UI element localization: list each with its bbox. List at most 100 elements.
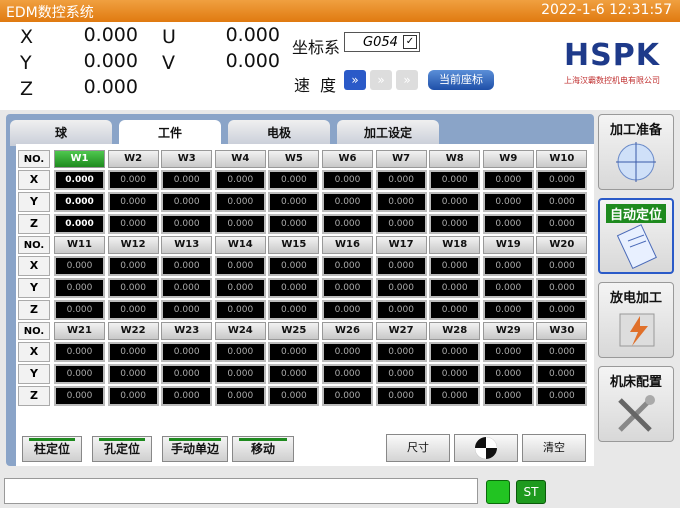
value-cell[interactable]: 0.000 (214, 386, 266, 406)
crosshair-button[interactable] (454, 434, 518, 462)
value-cell[interactable]: 0.000 (536, 192, 588, 212)
value-cell[interactable]: 0.000 (429, 342, 481, 362)
value-cell[interactable]: 0.000 (214, 300, 266, 320)
value-cell[interactable]: 0.000 (322, 300, 373, 320)
value-cell[interactable]: 0.000 (375, 342, 427, 362)
value-cell[interactable]: 0.000 (375, 386, 427, 406)
value-cell[interactable]: 0.000 (322, 214, 373, 234)
column-header-w23[interactable]: W23 (161, 322, 213, 340)
value-cell[interactable]: 0.000 (429, 278, 481, 298)
value-cell[interactable]: 0.000 (107, 386, 159, 406)
value-cell[interactable]: 0.000 (161, 278, 213, 298)
value-cell[interactable]: 0.000 (268, 192, 320, 212)
column-header-w8[interactable]: W8 (429, 150, 481, 168)
value-cell[interactable]: 0.000 (482, 170, 534, 190)
value-cell[interactable]: 0.000 (536, 300, 588, 320)
value-cell[interactable]: 0.000 (268, 364, 320, 384)
value-cell[interactable]: 0.000 (536, 364, 588, 384)
value-cell[interactable]: 0.000 (375, 300, 427, 320)
column-header-w28[interactable]: W28 (429, 322, 481, 340)
column-header-w30[interactable]: W30 (536, 322, 588, 340)
value-cell[interactable]: 0.000 (161, 214, 213, 234)
side-machine-config[interactable]: 机床配置 (598, 366, 674, 442)
func-button-2[interactable]: 手动单边 (162, 436, 228, 462)
coord-system-select[interactable]: G054 ✓ (344, 32, 420, 52)
value-cell[interactable]: 0.000 (161, 192, 213, 212)
value-cell[interactable]: 0.000 (107, 214, 159, 234)
value-cell[interactable]: 0.000 (107, 364, 159, 384)
value-cell[interactable]: 0.000 (161, 386, 213, 406)
column-header-w13[interactable]: W13 (161, 236, 213, 254)
current-coord-button[interactable]: 当前座标 (428, 70, 494, 90)
value-cell[interactable]: 0.000 (268, 342, 320, 362)
speed-mid-button[interactable]: » (370, 70, 392, 90)
value-cell[interactable]: 0.000 (536, 386, 588, 406)
value-cell[interactable]: 0.000 (268, 278, 320, 298)
value-cell[interactable]: 0.000 (322, 256, 373, 276)
value-cell[interactable]: 0.000 (54, 386, 105, 406)
value-cell[interactable]: 0.000 (375, 256, 427, 276)
value-cell[interactable]: 0.000 (107, 170, 159, 190)
value-cell[interactable]: 0.000 (322, 386, 373, 406)
value-cell[interactable]: 0.000 (375, 364, 427, 384)
speed-low-button[interactable]: » (396, 70, 418, 90)
value-cell[interactable]: 0.000 (482, 278, 534, 298)
value-cell[interactable]: 0.000 (268, 256, 320, 276)
value-cell[interactable]: 0.000 (214, 256, 266, 276)
value-cell[interactable]: 0.000 (429, 192, 481, 212)
column-header-w22[interactable]: W22 (107, 322, 159, 340)
chevron-down-icon[interactable]: ✓ (403, 35, 417, 49)
value-cell[interactable]: 0.000 (536, 170, 588, 190)
tab-electrode[interactable]: 电极 (228, 120, 330, 146)
value-cell[interactable]: 0.000 (107, 278, 159, 298)
value-cell[interactable]: 0.000 (482, 192, 534, 212)
value-cell[interactable]: 0.000 (322, 342, 373, 362)
value-cell[interactable]: 0.000 (375, 214, 427, 234)
value-cell[interactable]: 0.000 (161, 170, 213, 190)
value-cell[interactable]: 0.000 (268, 214, 320, 234)
value-cell[interactable]: 0.000 (322, 170, 373, 190)
column-header-w17[interactable]: W17 (375, 236, 427, 254)
speed-high-button[interactable]: » (344, 70, 366, 90)
value-cell[interactable]: 0.000 (54, 364, 105, 384)
column-header-w25[interactable]: W25 (268, 322, 320, 340)
column-header-w5[interactable]: W5 (268, 150, 320, 168)
value-cell[interactable]: 0.000 (482, 386, 534, 406)
value-cell[interactable]: 0.000 (54, 256, 105, 276)
value-cell[interactable]: 0.000 (482, 342, 534, 362)
value-cell[interactable]: 0.000 (107, 256, 159, 276)
column-header-w20[interactable]: W20 (536, 236, 588, 254)
value-cell[interactable]: 0.000 (161, 342, 213, 362)
column-header-w11[interactable]: W11 (54, 236, 105, 254)
side-auto-position[interactable]: 自动定位 (598, 198, 674, 274)
value-cell[interactable]: 0.000 (214, 364, 266, 384)
value-cell[interactable]: 0.000 (268, 386, 320, 406)
column-header-w19[interactable]: W19 (482, 236, 534, 254)
value-cell[interactable]: 0.000 (161, 364, 213, 384)
side-machining-prep[interactable]: 加工准备 (598, 114, 674, 190)
value-cell[interactable]: 0.000 (322, 192, 373, 212)
value-cell[interactable]: 0.000 (429, 214, 481, 234)
func-button-1[interactable]: 孔定位 (92, 436, 152, 462)
size-button[interactable]: 尺寸 (386, 434, 450, 462)
column-header-w3[interactable]: W3 (161, 150, 213, 168)
column-header-w12[interactable]: W12 (107, 236, 159, 254)
value-cell[interactable]: 0.000 (54, 300, 105, 320)
column-header-w15[interactable]: W15 (268, 236, 320, 254)
column-header-w1[interactable]: W1 (54, 150, 105, 168)
column-header-w10[interactable]: W10 (536, 150, 588, 168)
column-header-w26[interactable]: W26 (322, 322, 373, 340)
value-cell[interactable]: 0.000 (54, 278, 105, 298)
value-cell[interactable]: 0.000 (268, 300, 320, 320)
value-cell[interactable]: 0.000 (375, 192, 427, 212)
value-cell[interactable]: 0.000 (429, 300, 481, 320)
value-cell[interactable]: 0.000 (161, 256, 213, 276)
value-cell[interactable]: 0.000 (268, 170, 320, 190)
tab-ball[interactable]: 球 (10, 120, 112, 146)
column-header-w6[interactable]: W6 (322, 150, 373, 168)
value-cell[interactable]: 0.000 (214, 214, 266, 234)
column-header-w9[interactable]: W9 (482, 150, 534, 168)
column-header-w18[interactable]: W18 (429, 236, 481, 254)
value-cell[interactable]: 0.000 (214, 278, 266, 298)
value-cell[interactable]: 0.000 (214, 170, 266, 190)
